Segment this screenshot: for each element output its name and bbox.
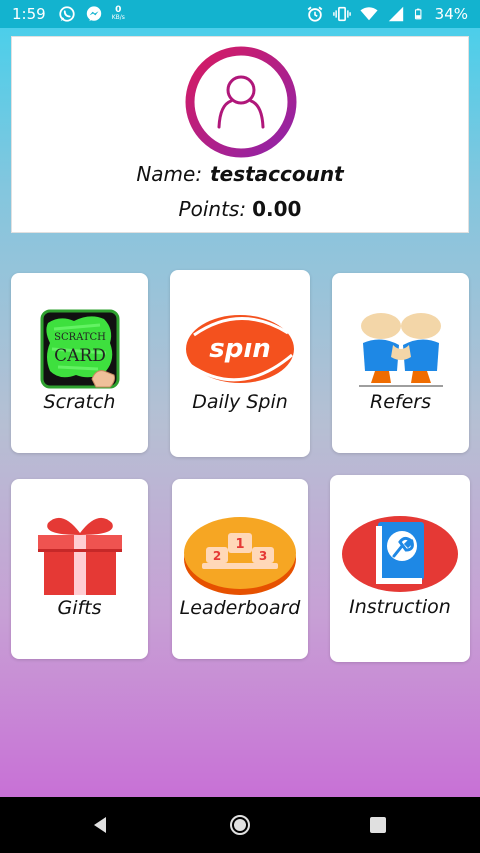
gifts-label: Gifts [57, 597, 102, 619]
refers-tile[interactable]: Refers [332, 273, 469, 453]
gift-icon [37, 517, 122, 595]
navigation-bar [0, 797, 480, 853]
svg-text:2: 2 [213, 549, 221, 563]
svg-text:3: 3 [259, 549, 267, 563]
wifi-icon [360, 7, 378, 21]
scratch-label: Scratch [43, 391, 116, 413]
svg-text:CARD: CARD [54, 346, 106, 366]
signal-icon [388, 6, 403, 22]
messenger-icon [86, 6, 101, 22]
leaderboard-tile[interactable]: 1 2 3 Leaderboard [172, 479, 308, 659]
profile-name: Name: testaccount [12, 162, 468, 186]
home-icon[interactable] [228, 813, 252, 837]
instruction-label: Instruction [349, 596, 451, 618]
scratch-tile[interactable]: SCRATCH CARD Scratch [11, 273, 148, 453]
leaderboard-podium-icon: 1 2 3 [184, 517, 296, 595]
gifts-tile[interactable]: Gifts [11, 479, 148, 659]
alarm-icon [307, 6, 322, 22]
name-value: testaccount [210, 162, 344, 186]
status-bar: 1:59 0 KB/s 34% [0, 0, 480, 28]
svg-text:spın: spın [209, 334, 271, 364]
battery-icon [414, 8, 422, 20]
avatar-icon [185, 46, 297, 158]
refers-people-icon [358, 313, 443, 387]
svg-text:SCRATCH: SCRATCH [54, 332, 106, 343]
network-speed-value: 0 [115, 5, 122, 15]
network-speed: 0 KB/s [112, 6, 125, 22]
name-label: Name: [136, 162, 203, 186]
daily-spin-tile[interactable]: spın Daily Spin [170, 270, 310, 457]
back-icon[interactable] [88, 813, 112, 837]
svg-text:1: 1 [235, 537, 244, 552]
vibrate-icon [332, 6, 351, 22]
spin-logo-icon: spın [186, 315, 294, 383]
points-label: Points: [178, 197, 247, 221]
recents-icon[interactable] [366, 813, 390, 837]
status-time: 1:59 [12, 5, 46, 23]
leaderboard-label: Leaderboard [179, 597, 301, 619]
whatsapp-icon [59, 6, 75, 22]
points-value: 0.00 [252, 197, 302, 221]
instruction-manual-icon [342, 516, 458, 592]
daily-spin-label: Daily Spin [192, 391, 288, 413]
battery-percent: 34% [434, 5, 468, 23]
network-speed-unit: KB/s [111, 14, 125, 21]
profile-points: Points: 0.00 [12, 197, 468, 221]
instruction-tile[interactable]: Instruction [330, 475, 470, 662]
refers-label: Refers [370, 391, 431, 413]
profile-card: Name: testaccount Points: 0.00 [11, 36, 469, 233]
scratch-card-icon: SCRATCH CARD [40, 309, 119, 389]
